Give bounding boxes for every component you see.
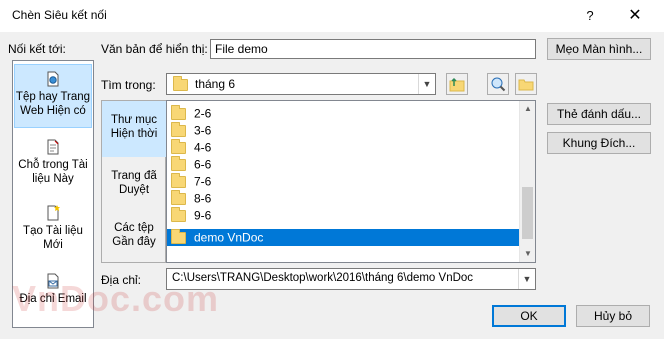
list-item[interactable]: 9-6 xyxy=(171,206,521,224)
new-document-icon xyxy=(47,205,60,221)
globe-search-icon xyxy=(491,77,506,92)
window-title: Chèn Siêu kết nối xyxy=(12,8,107,22)
address-value: C:\Users\TRANG\Desktop\work\2016\tháng 6… xyxy=(172,272,474,284)
ok-button[interactable]: OK xyxy=(492,305,566,327)
scroll-up-icon[interactable]: ▲ xyxy=(520,101,535,117)
link-place-in-document[interactable]: Chỗ trong Tài liệu Này xyxy=(14,137,92,193)
chevron-down-icon: ▼ xyxy=(518,269,535,289)
tab-recent-files[interactable]: Các tệp Gần đây xyxy=(102,213,166,261)
chevron-down-icon: ▼ xyxy=(418,74,435,94)
folder-icon xyxy=(171,172,186,188)
link-email-address[interactable]: Địa chỉ Email xyxy=(14,271,92,321)
file-name: 6-6 xyxy=(194,157,212,172)
list-item[interactable]: 3-6 xyxy=(171,121,521,139)
folder-icon xyxy=(171,228,186,244)
link-new-document-label: Tạo Tài liệu Mới xyxy=(23,225,83,251)
file-source-tabs: Thư mục Hiện thời Trang đã Duyệt Các tệp… xyxy=(101,100,166,263)
list-item[interactable]: 7-6 xyxy=(171,172,521,190)
file-name: 4-6 xyxy=(194,140,212,155)
text-to-display-input[interactable]: File demo xyxy=(210,39,536,59)
file-name: demo VnDoc xyxy=(194,230,264,245)
bookmark-button[interactable]: Thẻ đánh dấu... xyxy=(547,103,651,125)
list-item-selected[interactable]: demo VnDoc xyxy=(167,228,521,246)
text-to-display-label: Văn bản để hiển thị: xyxy=(101,42,208,56)
tab-current-folder[interactable]: Thư mục Hiện thời xyxy=(102,101,166,157)
open-folder-icon xyxy=(518,79,534,91)
close-button[interactable]: ✕ xyxy=(620,4,650,28)
address-dropdown[interactable]: C:\Users\TRANG\Desktop\work\2016\tháng 6… xyxy=(166,268,536,290)
folder-icon xyxy=(171,206,186,222)
link-email-address-label: Địa chỉ Email xyxy=(19,293,87,305)
web-page-icon xyxy=(47,71,59,87)
folder-icon xyxy=(171,155,186,171)
link-place-in-document-label: Chỗ trong Tài liệu Này xyxy=(18,159,88,185)
look-in-label: Tìm trong: xyxy=(101,78,156,92)
folder-up-icon xyxy=(449,77,465,92)
list-item[interactable]: 4-6 xyxy=(171,138,521,156)
file-list[interactable]: 2-6 3-6 4-6 6-6 7-6 8-6 9-6 demo VnDoc ▲… xyxy=(166,100,536,263)
up-one-folder-button[interactable] xyxy=(446,73,468,95)
folder-icon xyxy=(171,104,186,120)
link-to-label: Nối kết tới: xyxy=(8,42,66,56)
document-place-icon xyxy=(47,139,59,155)
browse-file-button[interactable] xyxy=(515,73,537,95)
link-to-bar: Tệp hay Trang Web Hiện có Chỗ trong Tài … xyxy=(12,60,94,328)
address-label: Địa chỉ: xyxy=(101,273,142,287)
link-existing-file[interactable]: Tệp hay Trang Web Hiện có xyxy=(14,64,92,128)
link-new-document[interactable]: Tạo Tài liệu Mới xyxy=(14,203,92,253)
list-item[interactable]: 2-6 xyxy=(171,104,521,122)
list-item[interactable]: 8-6 xyxy=(171,189,521,207)
link-existing-file-label: Tệp hay Trang Web Hiện có xyxy=(15,91,91,117)
help-button[interactable]: ? xyxy=(580,6,600,26)
browse-web-button[interactable] xyxy=(487,73,509,95)
file-name: 9-6 xyxy=(194,208,212,223)
file-name: 7-6 xyxy=(194,174,212,189)
look-in-value: tháng 6 xyxy=(195,77,236,91)
file-name: 8-6 xyxy=(194,191,212,206)
cancel-button[interactable]: Hủy bỏ xyxy=(576,305,650,327)
email-icon xyxy=(47,273,59,289)
file-name: 3-6 xyxy=(194,123,212,138)
folder-icon xyxy=(171,138,186,154)
folder-icon xyxy=(173,76,188,91)
folder-icon xyxy=(171,121,186,137)
scroll-down-icon[interactable]: ▼ xyxy=(520,246,535,262)
tab-browsed-pages[interactable]: Trang đã Duyệt xyxy=(102,161,166,209)
screentip-button[interactable]: Mẹo Màn hình... xyxy=(547,38,651,60)
scroll-thumb[interactable] xyxy=(522,187,533,239)
look-in-dropdown[interactable]: tháng 6 ▼ xyxy=(166,73,436,95)
target-frame-button[interactable]: Khung Đích... xyxy=(547,132,651,154)
vertical-scrollbar[interactable]: ▲ ▼ xyxy=(519,101,535,262)
folder-icon xyxy=(171,189,186,205)
list-item[interactable]: 6-6 xyxy=(171,155,521,173)
file-name: 2-6 xyxy=(194,106,212,121)
